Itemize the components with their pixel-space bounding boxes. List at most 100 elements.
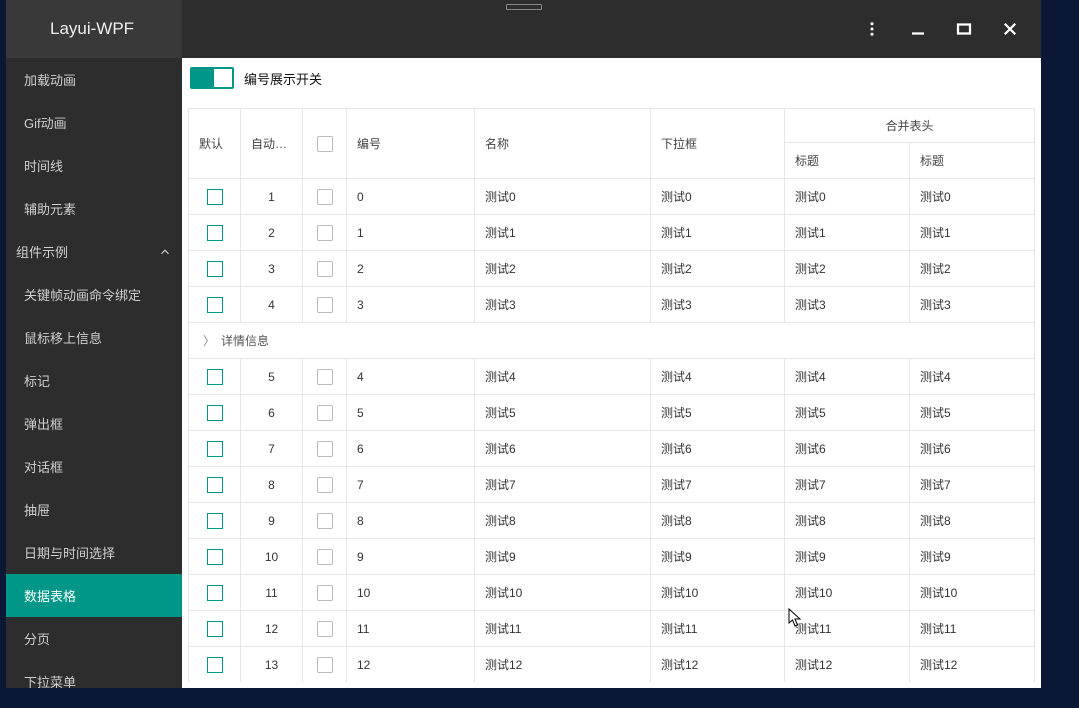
row-dropdown[interactable]: 测试8 — [651, 503, 785, 539]
table-row[interactable]: 10测试0测试0测试0测试0 — [189, 179, 1035, 215]
chevron-up-icon — [158, 245, 172, 259]
row-h1: 测试12 — [785, 647, 910, 683]
row-dropdown[interactable]: 测试5 — [651, 395, 785, 431]
row-dropdown[interactable]: 测试3 — [651, 287, 785, 323]
row-dropdown[interactable]: 测试6 — [651, 431, 785, 467]
sidebar-item-12[interactable]: 数据表格 — [6, 574, 182, 617]
row-dropdown[interactable]: 测试1 — [651, 215, 785, 251]
row-h2: 测试9 — [910, 539, 1035, 575]
row-checkbox[interactable] — [303, 287, 347, 323]
table-row[interactable]: 65测试5测试5测试5测试5 — [189, 395, 1035, 431]
row-h2: 测试6 — [910, 431, 1035, 467]
row-h1: 测试6 — [785, 431, 910, 467]
row-checkbox[interactable] — [303, 251, 347, 287]
row-id: 9 — [347, 539, 475, 575]
table-row[interactable]: 21测试1测试1测试1测试1 — [189, 215, 1035, 251]
row-checkbox-default[interactable] — [189, 251, 241, 287]
row-h1: 测试4 — [785, 359, 910, 395]
table-row[interactable]: 1211测试11测试11测试11测试11 — [189, 611, 1035, 647]
switch-label: 编号展示开关 — [244, 69, 322, 88]
sidebar-item-11[interactable]: 日期与时间选择 — [6, 531, 182, 574]
row-checkbox-default[interactable] — [189, 215, 241, 251]
row-checkbox-default[interactable] — [189, 431, 241, 467]
table-row[interactable]: 98测试8测试8测试8测试8 — [189, 503, 1035, 539]
row-h1: 测试11 — [785, 611, 910, 647]
table-row[interactable]: 1110测试10测试10测试10测试10 — [189, 575, 1035, 611]
sidebar-item-2[interactable]: 时间线 — [6, 144, 182, 187]
row-name: 测试11 — [475, 611, 651, 647]
row-dropdown[interactable]: 测试2 — [651, 251, 785, 287]
row-checkbox[interactable] — [303, 467, 347, 503]
sidebar-item-8[interactable]: 弹出框 — [6, 402, 182, 445]
sidebar-item-5[interactable]: 关键帧动画命令绑定 — [6, 273, 182, 316]
row-checkbox[interactable] — [303, 647, 347, 683]
row-checkbox-default[interactable] — [189, 503, 241, 539]
row-checkbox[interactable] — [303, 611, 347, 647]
row-checkbox-default[interactable] — [189, 539, 241, 575]
row-h2: 测试12 — [910, 647, 1035, 683]
sidebar-item-14[interactable]: 下拉菜单 — [6, 660, 182, 688]
row-h2: 测试4 — [910, 359, 1035, 395]
row-checkbox[interactable] — [303, 575, 347, 611]
row-checkbox[interactable] — [303, 503, 347, 539]
maximize-button[interactable] — [955, 20, 973, 38]
row-h1: 测试5 — [785, 395, 910, 431]
row-id: 11 — [347, 611, 475, 647]
row-checkbox[interactable] — [303, 395, 347, 431]
row-dropdown[interactable]: 测试7 — [651, 467, 785, 503]
table-row[interactable]: 32测试2测试2测试2测试2 — [189, 251, 1035, 287]
row-dropdown[interactable]: 测试10 — [651, 575, 785, 611]
row-checkbox-default[interactable] — [189, 467, 241, 503]
row-name: 测试5 — [475, 395, 651, 431]
table-row[interactable]: 54测试4测试4测试4测试4 — [189, 359, 1035, 395]
row-checkbox-default[interactable] — [189, 575, 241, 611]
close-button[interactable] — [1001, 20, 1019, 38]
sidebar-item-0[interactable]: 加载动画 — [6, 58, 182, 101]
sidebar-item-7[interactable]: 标记 — [6, 359, 182, 402]
row-auto-index: 2 — [241, 215, 303, 251]
table-container[interactable]: 默认 自动索引 编号 名称 下拉框 合并表头 标题 标题 — [188, 108, 1035, 682]
header-title-1: 标题 — [785, 143, 910, 179]
row-checkbox-default[interactable] — [189, 647, 241, 683]
more-icon[interactable] — [863, 20, 881, 38]
sidebar-item-1[interactable]: Gif动画 — [6, 101, 182, 144]
row-checkbox-default[interactable] — [189, 287, 241, 323]
row-name: 测试7 — [475, 467, 651, 503]
header-check-all[interactable] — [303, 109, 347, 179]
row-checkbox[interactable] — [303, 215, 347, 251]
row-checkbox-default[interactable] — [189, 179, 241, 215]
sidebar-item-3[interactable]: 辅助元素 — [6, 187, 182, 230]
sidebar-item-9[interactable]: 对话框 — [6, 445, 182, 488]
sidebar-item-label: 日期与时间选择 — [24, 543, 115, 562]
main-content: 编号展示开关 默认 自动索引 编号 名称 下拉框 合并表头 — [182, 58, 1041, 688]
row-checkbox[interactable] — [303, 539, 347, 575]
sidebar-item-label: Gif动画 — [24, 113, 67, 132]
row-checkbox[interactable] — [303, 359, 347, 395]
row-dropdown[interactable]: 测试0 — [651, 179, 785, 215]
row-id: 8 — [347, 503, 475, 539]
sidebar-item-4[interactable]: 组件示例 — [6, 230, 182, 273]
row-dropdown[interactable]: 测试12 — [651, 647, 785, 683]
row-dropdown[interactable]: 测试11 — [651, 611, 785, 647]
header-id: 编号 — [347, 109, 475, 179]
row-checkbox-default[interactable] — [189, 395, 241, 431]
detail-expand-row[interactable]: 〉详情信息 — [189, 323, 1035, 359]
row-checkbox-default[interactable] — [189, 611, 241, 647]
table-row[interactable]: 1312测试12测试12测试12测试12 — [189, 647, 1035, 683]
row-auto-index: 11 — [241, 575, 303, 611]
sidebar-item-10[interactable]: 抽屉 — [6, 488, 182, 531]
drag-handle[interactable] — [506, 4, 542, 10]
row-dropdown[interactable]: 测试4 — [651, 359, 785, 395]
table-row[interactable]: 87测试7测试7测试7测试7 — [189, 467, 1035, 503]
table-row[interactable]: 43测试3测试3测试3测试3 — [189, 287, 1035, 323]
row-checkbox-default[interactable] — [189, 359, 241, 395]
sidebar-item-13[interactable]: 分页 — [6, 617, 182, 660]
row-checkbox[interactable] — [303, 431, 347, 467]
sidebar-item-6[interactable]: 鼠标移上信息 — [6, 316, 182, 359]
minimize-button[interactable] — [909, 20, 927, 38]
table-row[interactable]: 76测试6测试6测试6测试6 — [189, 431, 1035, 467]
row-dropdown[interactable]: 测试9 — [651, 539, 785, 575]
id-display-switch[interactable] — [190, 67, 234, 89]
table-row[interactable]: 109测试9测试9测试9测试9 — [189, 539, 1035, 575]
row-checkbox[interactable] — [303, 179, 347, 215]
